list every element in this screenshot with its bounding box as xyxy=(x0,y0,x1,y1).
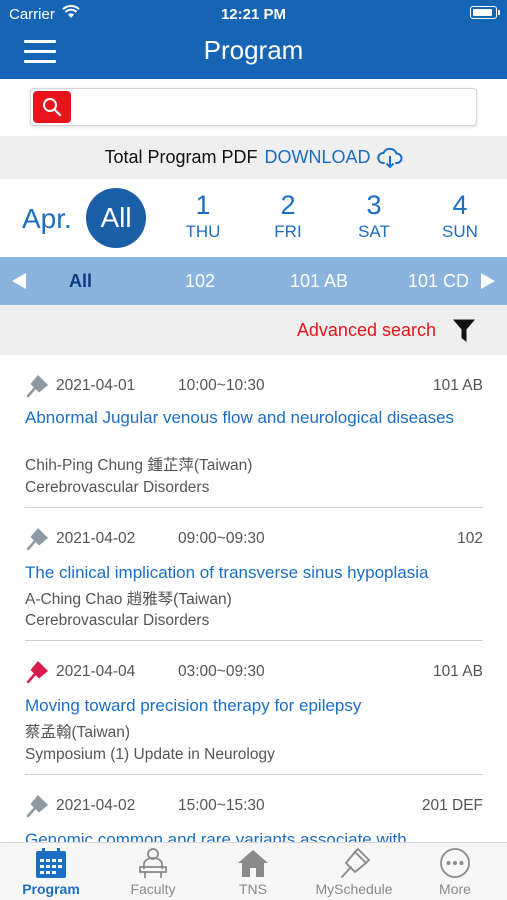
advanced-search-bar: Advanced search xyxy=(0,305,507,355)
pin-icon[interactable] xyxy=(25,372,51,398)
room-tab-all[interactable]: All xyxy=(69,257,92,305)
tab-myschedule[interactable]: MySchedule xyxy=(304,843,404,900)
pin-icon[interactable] xyxy=(25,792,51,818)
download-label: DOWNLOAD xyxy=(264,147,371,167)
session-item[interactable]: 2021-04-02 15:00~15:30 201 DEF Genomic c… xyxy=(25,775,483,842)
status-bar: Carrier 12:21 PM xyxy=(0,0,507,28)
day-number: 1 xyxy=(195,190,211,220)
month-label: Apr. xyxy=(22,203,72,234)
session-date: 2021-04-02 xyxy=(56,797,136,814)
day-weekday: THU xyxy=(185,222,221,241)
day-number: 4 xyxy=(452,190,468,220)
search-input[interactable] xyxy=(77,93,467,121)
day-weekday: SAT xyxy=(358,222,390,241)
app-header: Carrier 12:21 PM Program xyxy=(0,0,507,79)
day-number: 2 xyxy=(280,190,296,220)
search-section xyxy=(0,79,507,136)
tab-more[interactable]: More xyxy=(405,843,505,900)
tab-label: MySchedule xyxy=(315,881,393,897)
bottom-tab-bar: Program Faculty TNS MySchedule More xyxy=(0,842,507,900)
tab-label: More xyxy=(439,881,471,897)
search-icon xyxy=(43,98,62,117)
home-icon xyxy=(238,850,268,877)
tab-tns[interactable]: TNS xyxy=(203,843,303,900)
program-pdf-bar: Total Program PDF DOWNLOAD xyxy=(0,136,507,179)
session-time: 03:00~09:30 xyxy=(178,663,265,680)
pin-icon[interactable] xyxy=(25,658,51,684)
tab-label: Faculty xyxy=(130,881,176,897)
room-prev-arrow-icon[interactable] xyxy=(12,273,26,289)
day-number: 3 xyxy=(366,190,382,220)
session-time: 15:00~15:30 xyxy=(178,797,265,814)
pin-icon xyxy=(341,847,371,878)
day-weekday: FRI xyxy=(274,222,302,241)
session-time: 10:00~10:30 xyxy=(178,377,265,394)
session-list: 2021-04-01 10:00~10:30 101 AB Abnormal J… xyxy=(0,355,507,842)
session-date: 2021-04-01 xyxy=(56,377,136,394)
date-selector: Apr. All 1 THU 2 FRI 3 SAT 4 SUN xyxy=(0,179,507,257)
session-speaker: A-Ching Chao 趙雅琴(Taiwan) xyxy=(25,591,232,608)
advanced-search-link[interactable]: Advanced search xyxy=(297,320,436,341)
search-button[interactable] xyxy=(33,91,71,123)
session-date: 2021-04-04 xyxy=(56,663,136,680)
session-meta: 2021-04-02 09:00~09:30 102 xyxy=(25,525,483,551)
session-item[interactable]: 2021-04-01 10:00~10:30 101 AB Abnormal J… xyxy=(25,355,483,508)
tab-faculty[interactable]: Faculty xyxy=(103,843,203,900)
date-day-3[interactable]: 3 SAT xyxy=(344,190,404,242)
day-weekday: SUN xyxy=(442,222,478,241)
session-title[interactable]: The clinical implication of transverse s… xyxy=(25,562,483,583)
date-all-button[interactable]: All xyxy=(86,188,146,248)
session-time: 09:00~09:30 xyxy=(178,530,265,547)
session-room: 101 AB xyxy=(433,663,483,680)
session-room: 201 DEF xyxy=(421,797,483,814)
search-box xyxy=(30,88,477,126)
session-category: Symposium (1) Update in Neurology xyxy=(25,746,275,763)
filter-icon[interactable] xyxy=(452,318,476,343)
session-date: 2021-04-02 xyxy=(56,530,136,547)
session-speaker: Chih-Ping Chung 鍾芷萍(Taiwan) xyxy=(25,457,253,474)
room-tab-101ab[interactable]: 101 AB xyxy=(290,257,348,305)
date-day-4[interactable]: 4 SUN xyxy=(430,190,490,242)
pdf-label: Total Program PDF xyxy=(104,147,258,167)
pin-icon[interactable] xyxy=(25,525,51,551)
session-item[interactable]: 2021-04-04 03:00~09:30 101 AB Moving tow… xyxy=(25,641,483,775)
session-room: 101 AB xyxy=(433,377,483,394)
faculty-icon xyxy=(139,848,167,878)
room-filter-bar: All 102 101 AB 101 CD xyxy=(0,257,507,305)
date-day-1[interactable]: 1 THU xyxy=(173,190,233,242)
download-pdf-link[interactable]: DOWNLOAD xyxy=(265,147,403,169)
tab-label: Program xyxy=(22,881,80,897)
session-meta: 2021-04-02 15:00~15:30 201 DEF xyxy=(25,792,483,818)
tab-label: TNS xyxy=(239,881,267,897)
session-title[interactable]: Moving toward precision therapy for epil… xyxy=(25,695,483,716)
calendar-icon xyxy=(36,848,66,878)
session-item[interactable]: 2021-04-02 09:00~09:30 102 The clinical … xyxy=(25,508,483,641)
room-tab-101cd[interactable]: 101 CD xyxy=(408,257,469,305)
session-meta: 2021-04-01 10:00~10:30 101 AB xyxy=(25,372,483,398)
page-title: Program xyxy=(203,35,304,65)
session-category: Cerebrovascular Disorders xyxy=(25,612,210,629)
session-meta: 2021-04-04 03:00~09:30 101 AB xyxy=(25,658,483,684)
battery-icon xyxy=(470,6,500,19)
date-day-2[interactable]: 2 FRI xyxy=(258,190,318,242)
session-speaker: 蔡孟翰(Taiwan) xyxy=(25,724,131,741)
cloud-download-icon xyxy=(376,147,403,168)
tab-program[interactable]: Program xyxy=(1,843,101,900)
session-title[interactable]: Abnormal Jugular venous flow and neurolo… xyxy=(25,407,483,428)
status-time: 12:21 PM xyxy=(220,6,287,23)
more-icon xyxy=(440,848,470,878)
room-tab-102[interactable]: 102 xyxy=(185,257,215,305)
room-next-arrow-icon[interactable] xyxy=(481,273,495,289)
session-room: 102 xyxy=(457,530,483,547)
session-category: Cerebrovascular Disorders xyxy=(25,479,210,496)
session-title[interactable]: Genomic common and rare variants associa… xyxy=(25,829,483,842)
